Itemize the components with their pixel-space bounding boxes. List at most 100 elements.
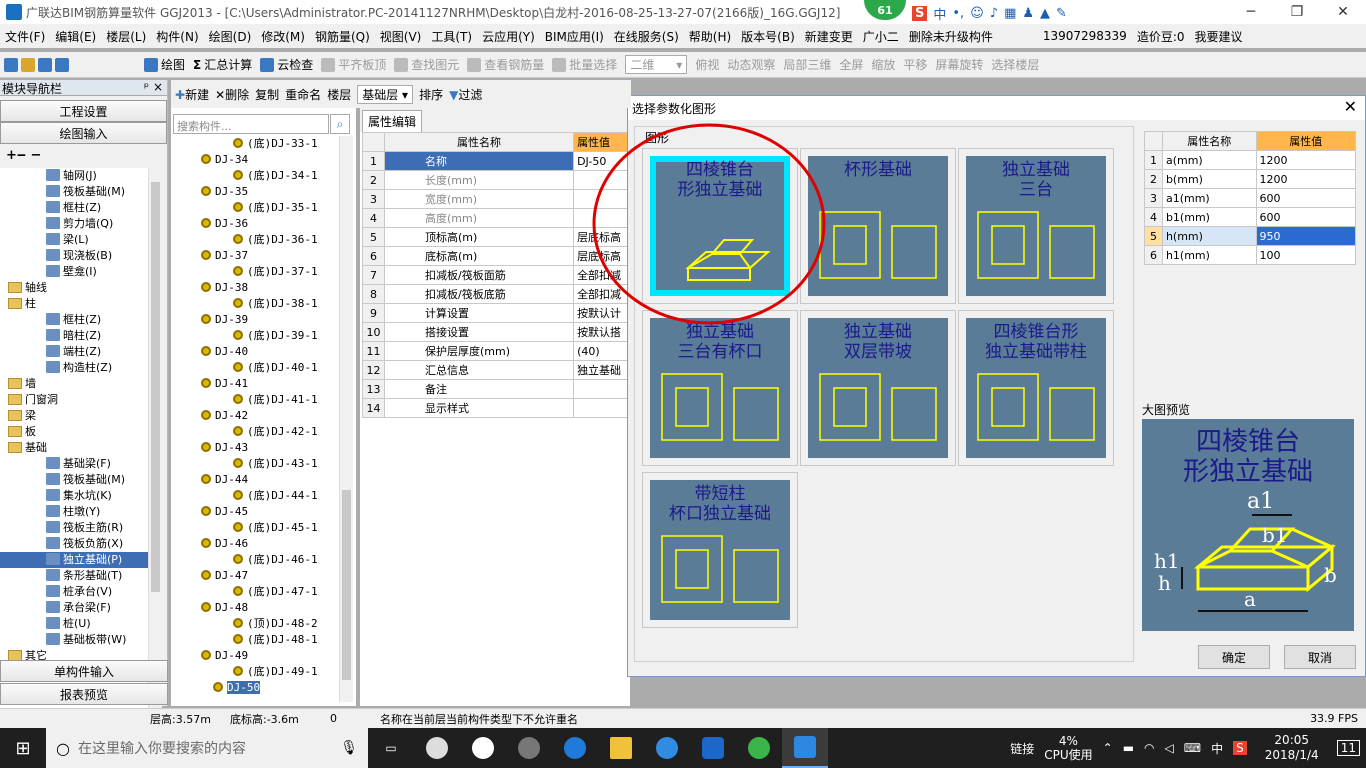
- delete-component-button[interactable]: ✕删除: [215, 86, 249, 103]
- param-row[interactable]: 2 b(mm) 1200: [1144, 169, 1357, 189]
- tree-item[interactable]: 集水坑(K): [0, 488, 148, 504]
- mic-icon[interactable]: 🎙: [340, 740, 358, 756]
- link-label[interactable]: 链接: [1010, 740, 1034, 757]
- menu-modify[interactable]: 修改(M): [256, 28, 310, 45]
- tree-item[interactable]: 梁(L): [0, 232, 148, 248]
- shape-option[interactable]: 四棱锥台形 独立基础带柱: [958, 310, 1114, 466]
- property-row[interactable]: 13 备注: [362, 379, 630, 399]
- menu-version[interactable]: 版本号(B): [736, 28, 800, 45]
- restore-button[interactable]: ❐: [1274, 0, 1320, 24]
- component-child[interactable]: (顶)DJ-48-2: [173, 616, 341, 632]
- tree-item[interactable]: 筏板基础(M): [0, 472, 148, 488]
- tree-folder[interactable]: 板: [0, 424, 148, 440]
- component-child[interactable]: (底)DJ-34-1: [173, 168, 341, 184]
- menu-component[interactable]: 构件(N): [151, 28, 203, 45]
- menu-new-change[interactable]: 新建变更: [800, 28, 858, 45]
- tree-folder[interactable]: 柱: [0, 296, 148, 312]
- component-node[interactable]: DJ-43: [173, 440, 341, 456]
- component-node[interactable]: DJ-48: [173, 600, 341, 616]
- component-node[interactable]: DJ-50: [173, 680, 341, 696]
- shape-option[interactable]: 独立基础 双层带坡: [800, 310, 956, 466]
- component-child[interactable]: (底)DJ-37-1: [173, 264, 341, 280]
- param-row[interactable]: 3 a1(mm) 600: [1144, 188, 1357, 208]
- fullscreen-button[interactable]: 全屏: [835, 56, 867, 73]
- property-row[interactable]: 8 扣减板/筏板底筋 全部扣减: [362, 284, 630, 304]
- menu-draw[interactable]: 绘图(D): [204, 28, 257, 45]
- property-value[interactable]: [573, 170, 630, 190]
- shape-option[interactable]: 独立基础 三台: [958, 148, 1114, 304]
- new-file-icon[interactable]: [4, 57, 18, 72]
- ok-button[interactable]: 确定: [1198, 645, 1270, 669]
- property-row[interactable]: 2 长度(mm): [362, 170, 630, 190]
- component-node[interactable]: DJ-49: [173, 648, 341, 664]
- property-value[interactable]: 层底标高: [573, 246, 630, 266]
- skin-icon[interactable]: ▲: [1040, 6, 1050, 21]
- property-value[interactable]: 全部扣减: [573, 265, 630, 285]
- component-child[interactable]: (底)DJ-47-1: [173, 584, 341, 600]
- ime-mode-icon[interactable]: 中: [933, 4, 946, 23]
- tree-folder[interactable]: 轴线: [0, 280, 148, 296]
- task-view-icon[interactable]: ▭: [368, 728, 414, 768]
- browser-green-icon[interactable]: [736, 728, 782, 768]
- tree-item[interactable]: 桩(U): [0, 616, 148, 632]
- taskbar-search[interactable]: ○ 在这里输入你要搜索的内容 🎙: [46, 728, 368, 768]
- tree-item[interactable]: 壁龛(I): [0, 264, 148, 280]
- component-child[interactable]: (底)DJ-36-1: [173, 232, 341, 248]
- param-value[interactable]: 950: [1255, 226, 1357, 246]
- tree-item[interactable]: 承台梁(F): [0, 600, 148, 616]
- find-element-button[interactable]: 查找图元: [390, 56, 463, 73]
- tree-item[interactable]: 现浇板(B): [0, 248, 148, 264]
- spiral-app-icon[interactable]: [506, 728, 552, 768]
- component-child[interactable]: (底)DJ-48-1: [173, 632, 341, 648]
- report-preview-button[interactable]: 报表预览: [0, 683, 168, 705]
- dialog-close-icon[interactable]: ✕: [1344, 97, 1357, 116]
- property-row[interactable]: 14 显示样式: [362, 398, 630, 418]
- property-row[interactable]: 5 顶标高(m) 层底标高: [362, 227, 630, 247]
- volume-icon[interactable]: ◁: [1165, 741, 1174, 755]
- keyboard-icon[interactable]: ⌨: [1184, 741, 1201, 755]
- cancel-button[interactable]: 取消: [1284, 645, 1356, 669]
- view-2d-select[interactable]: 二维 ▾: [625, 55, 688, 74]
- draw-button[interactable]: 绘图: [140, 56, 189, 73]
- component-node[interactable]: DJ-38: [173, 280, 341, 296]
- component-node[interactable]: DJ-39: [173, 312, 341, 328]
- menu-suggest[interactable]: 我要建议: [1190, 28, 1248, 45]
- component-child[interactable]: (底)DJ-33-1: [173, 136, 341, 152]
- param-value[interactable]: 600: [1255, 188, 1357, 208]
- punct-icon[interactable]: •,: [952, 6, 964, 21]
- tree-item[interactable]: 条形基础(T): [0, 568, 148, 584]
- tree-item[interactable]: 暗柱(Z): [0, 328, 148, 344]
- param-row[interactable]: 1 a(mm) 1200: [1144, 150, 1357, 170]
- property-value[interactable]: DJ-50: [573, 151, 630, 171]
- clock[interactable]: 20:05 2018/1/4: [1257, 733, 1327, 763]
- property-row[interactable]: 1 名称 DJ-50: [362, 151, 630, 171]
- align-top-button[interactable]: 平齐板顶: [317, 56, 390, 73]
- property-value[interactable]: (40): [573, 341, 630, 361]
- user-icon[interactable]: ♟: [1022, 6, 1034, 21]
- component-node[interactable]: DJ-45: [173, 504, 341, 520]
- property-row[interactable]: 7 扣减板/筏板面筋 全部扣减: [362, 265, 630, 285]
- component-child[interactable]: (底)DJ-49-1: [173, 664, 341, 680]
- property-value[interactable]: 层底标高: [573, 227, 630, 247]
- tray-chevron-icon[interactable]: ⌃: [1103, 741, 1113, 755]
- edge-icon[interactable]: [552, 728, 598, 768]
- open-icon[interactable]: [21, 57, 35, 72]
- menu-delete-unupgraded[interactable]: 删除未升级构件: [904, 28, 998, 45]
- emoji-icon[interactable]: ☺: [970, 6, 984, 21]
- dynamic-view-button[interactable]: 动态观察: [723, 56, 779, 73]
- floor-select[interactable]: 基础层 ▾: [357, 84, 414, 104]
- search-icon[interactable]: ⌕: [330, 114, 350, 134]
- component-node[interactable]: DJ-36: [173, 216, 341, 232]
- property-value[interactable]: [573, 379, 630, 399]
- tree-folder[interactable]: 墙: [0, 376, 148, 392]
- start-button[interactable]: ⊞: [0, 728, 46, 768]
- copy-component-button[interactable]: 复制: [255, 86, 279, 103]
- tree-folder[interactable]: 门窗洞: [0, 392, 148, 408]
- module-tree[interactable]: 轴网(J) 筏板基础(M) 框柱(Z) 剪力墙(Q) 梁(L) 现浇板(B) 壁龛(I) 轴线…: [0, 168, 148, 740]
- param-row[interactable]: 6 h1(mm) 100: [1144, 245, 1357, 265]
- tree-item[interactable]: 轴网(J): [0, 168, 148, 184]
- rotate-button[interactable]: 屏幕旋转: [931, 56, 987, 73]
- menu-account[interactable]: 13907298339: [1038, 29, 1132, 43]
- property-value[interactable]: 按默认计: [573, 303, 630, 323]
- property-row[interactable]: 12 汇总信息 独立基础: [362, 360, 630, 380]
